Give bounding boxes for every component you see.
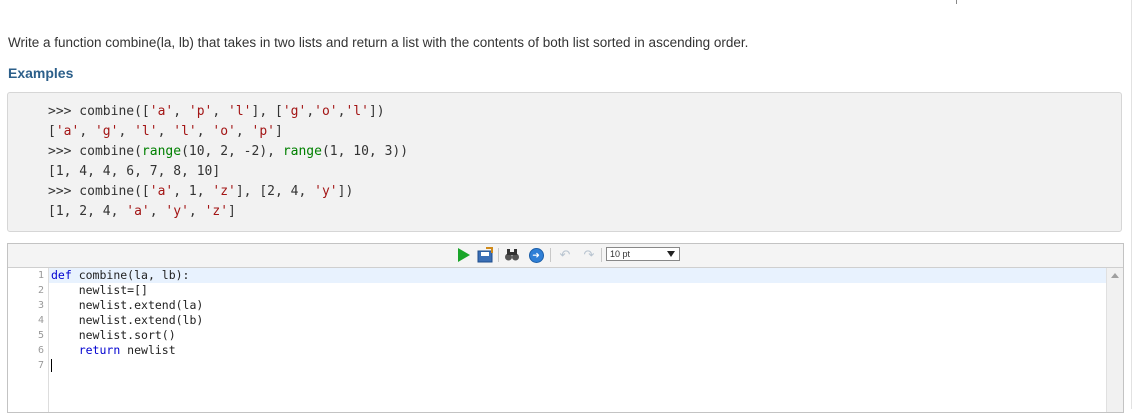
line-number: 2 [37,285,44,296]
examples-heading: Examples [8,65,74,81]
font-size-select[interactable]: 10 pt [606,247,680,261]
redo-icon[interactable]: ↷ [581,247,597,263]
find-icon[interactable] [504,247,520,263]
undo-icon[interactable]: ↶ [557,247,573,263]
run-icon[interactable] [456,247,472,263]
example-1-result: ['a', 'g', 'l', 'l', 'o', 'p'] [48,124,283,139]
code-editor: ➜ ↶ ↷ 10 pt 1 2 3 4 5 6 7 def combine(la… [7,243,1124,413]
example-3-result: [1, 2, 4, 'a', 'y', 'z'] [48,204,236,219]
examples-code: >>> combine(['a', 'p', 'l'], ['g','o','l… [48,102,408,222]
line-number-gutter: 1 2 3 4 5 6 7 [8,268,49,412]
question-text: Write a function combine(la, lb) that ta… [8,35,749,50]
code-input-area[interactable]: def combine(la, lb): newlist=[] newlist.… [49,268,1106,412]
save-icon[interactable] [477,247,493,263]
editor-toolbar: ➜ ↶ ↷ 10 pt [8,244,1123,268]
top-tick-mark [956,0,957,4]
code-line[interactable]: newlist.sort() [49,328,1106,343]
chevron-down-icon [667,251,675,257]
text-caret [51,359,52,372]
toolbar-separator [498,248,499,262]
code-line[interactable]: newlist.extend(lb) [49,313,1106,328]
example-2-call: >>> combine(range(10, 2, -2), range(1, 1… [48,144,409,159]
code-line[interactable]: newlist.extend(la) [49,298,1106,313]
example-2-result: [1, 4, 4, 6, 7, 8, 10] [48,164,221,179]
example-3-call: >>> combine(['a', 1, 'z'], [2, 4, 'y']) [48,184,354,199]
code-line[interactable]: def combine(la, lb): [49,268,1106,283]
examples-box: >>> combine(['a', 'p', 'l'], ['g','o','l… [7,92,1122,232]
line-number: 3 [37,300,44,311]
line-number: 5 [37,330,44,341]
font-size-value: 10 pt [610,249,631,259]
code-line[interactable] [49,358,1106,373]
code-line[interactable]: newlist=[] [49,283,1106,298]
editor-scrollbar[interactable] [1106,268,1123,412]
toolbar-separator [601,248,602,262]
scroll-up-icon[interactable] [1111,273,1119,278]
line-number: 4 [37,315,44,326]
code-line[interactable]: return newlist [49,343,1106,358]
page-scrollbar[interactable] [1131,0,1140,409]
goto-icon[interactable]: ➜ [528,247,544,263]
line-number: 1 [37,270,44,281]
example-1-call: >>> combine(['a', 'p', 'l'], ['g','o','l… [48,104,385,119]
line-number: 7 [37,360,44,371]
toolbar-separator [550,248,551,262]
line-number: 6 [37,345,44,356]
